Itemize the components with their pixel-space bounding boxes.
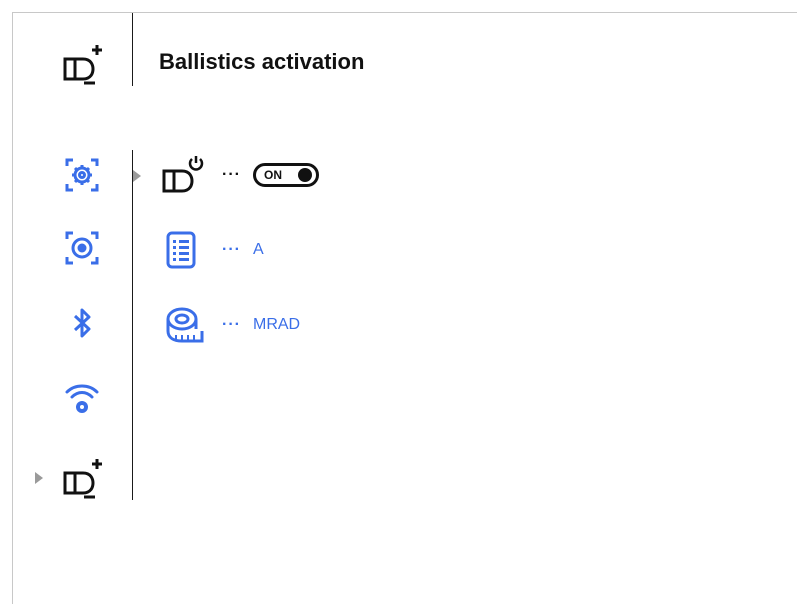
sidebar-item-general-settings[interactable] — [64, 157, 100, 193]
ballistics-power-icon — [160, 155, 206, 195]
row-dots: ··· — [222, 166, 241, 183]
sidebar-item-ballistics[interactable] — [61, 455, 105, 499]
selected-item-arrow — [35, 472, 43, 484]
bluetooth-icon — [73, 308, 91, 338]
sidebar-divider — [132, 150, 133, 500]
sidebar-item-bluetooth[interactable] — [64, 305, 100, 341]
sidebar-item-wifi-settings[interactable] — [64, 381, 100, 417]
gear-frame-icon — [65, 158, 99, 192]
toggle-label: ON — [263, 168, 282, 182]
header-divider — [132, 13, 133, 86]
row-selected-arrow — [133, 170, 141, 182]
sidebar-item-display-settings[interactable] — [64, 230, 100, 266]
page-title: Ballistics activation — [159, 49, 365, 74]
row-dots: ··· — [222, 316, 241, 333]
profile-row[interactable]: ··· A — [160, 230, 264, 270]
profile-list-icon — [160, 230, 206, 270]
frame-top-border — [12, 12, 797, 13]
units-value: MRAD — [252, 316, 301, 333]
wifi-gear-icon — [65, 384, 99, 413]
ballistics-activation-row[interactable]: ··· ON — [160, 155, 319, 195]
tape-measure-icon — [160, 305, 206, 345]
ballistics-toggle[interactable]: ON — [252, 163, 319, 187]
target-frame-icon — [65, 231, 99, 265]
units-row[interactable]: ··· MRAD — [160, 305, 300, 345]
frame-left-border — [12, 12, 13, 604]
ballistics-icon — [61, 41, 105, 85]
profile-value: A — [252, 241, 264, 258]
ballistics-icon — [63, 459, 102, 499]
row-dots: ··· — [222, 241, 241, 258]
toggle-knob — [297, 168, 312, 182]
